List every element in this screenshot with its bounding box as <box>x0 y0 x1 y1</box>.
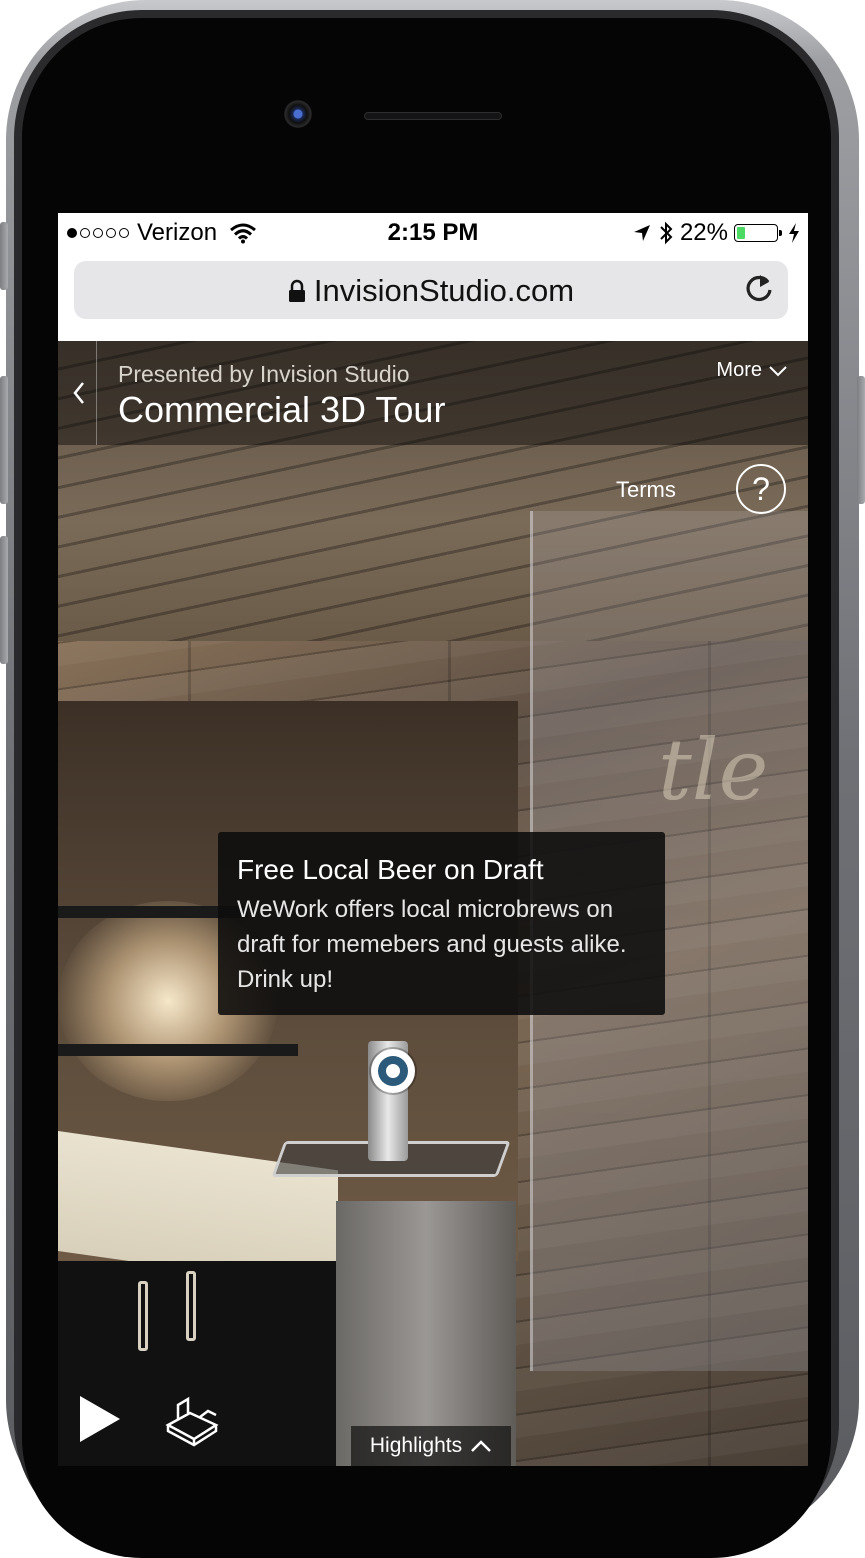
lock-icon <box>288 279 305 302</box>
front-camera <box>284 100 312 128</box>
power-button <box>857 376 865 504</box>
mute-switch <box>0 222 8 290</box>
battery-fill <box>737 227 746 239</box>
header-divider <box>96 341 97 445</box>
bluetooth-icon <box>660 221 673 245</box>
hotspot-core <box>386 1064 400 1078</box>
battery-percent: 22% <box>679 219 728 246</box>
address-text-wrap: InvisionStudio.com <box>74 273 788 309</box>
hotspot-tooltip: Free Local Beer on Draft WeWork offers l… <box>218 832 665 1015</box>
phone-screen: Verizon 2:15 PM 22% InvisionStudio.com t… <box>58 213 808 1466</box>
address-bar[interactable]: InvisionStudio.com <box>74 261 788 319</box>
floorplan-icon[interactable] <box>164 1391 220 1447</box>
earpiece-speaker <box>364 112 502 120</box>
highlights-label: Highlights <box>369 1434 463 1457</box>
tooltip-body: WeWork offers local microbrews on draft … <box>237 896 627 993</box>
play-icon[interactable] <box>78 1394 122 1444</box>
url-text: InvisionStudio.com <box>313 273 575 308</box>
status-bar: Verizon 2:15 PM 22% <box>58 213 808 253</box>
volume-up-button <box>0 376 8 504</box>
more-button[interactable]: More <box>716 359 788 382</box>
help-icon[interactable]: ? <box>736 464 786 514</box>
chevron-down-icon <box>769 365 787 376</box>
tour-title: Commercial 3D Tour <box>118 389 446 430</box>
terms-link[interactable]: Terms <box>616 477 676 503</box>
tour-header: Presented by Invision Studio Commercial … <box>58 341 808 445</box>
highlights-button[interactable]: Highlights <box>351 1426 511 1466</box>
chevron-up-icon <box>471 1440 491 1452</box>
more-label: More <box>716 359 762 381</box>
status-right: 22% <box>632 219 800 247</box>
hotspot-icon[interactable] <box>371 1049 415 1093</box>
battery-icon <box>734 224 782 242</box>
volume-down-button <box>0 536 8 664</box>
location-arrow-icon <box>633 225 650 241</box>
presented-by: Presented by Invision Studio <box>118 361 410 387</box>
shelf-bottom <box>58 1044 298 1056</box>
glass-lettering: tle <box>658 721 769 819</box>
tour-viewport[interactable]: tle Presented by Invision Studio Commerc… <box>58 341 808 1466</box>
cabinet-handle <box>138 1281 148 1351</box>
cabinet-handle <box>186 1271 196 1341</box>
reload-icon[interactable] <box>744 273 774 305</box>
charging-bolt-icon <box>789 223 799 243</box>
browser-chrome: InvisionStudio.com <box>58 253 808 341</box>
tooltip-title: Free Local Beer on Draft <box>237 854 544 885</box>
back-chevron-icon[interactable] <box>66 373 92 413</box>
